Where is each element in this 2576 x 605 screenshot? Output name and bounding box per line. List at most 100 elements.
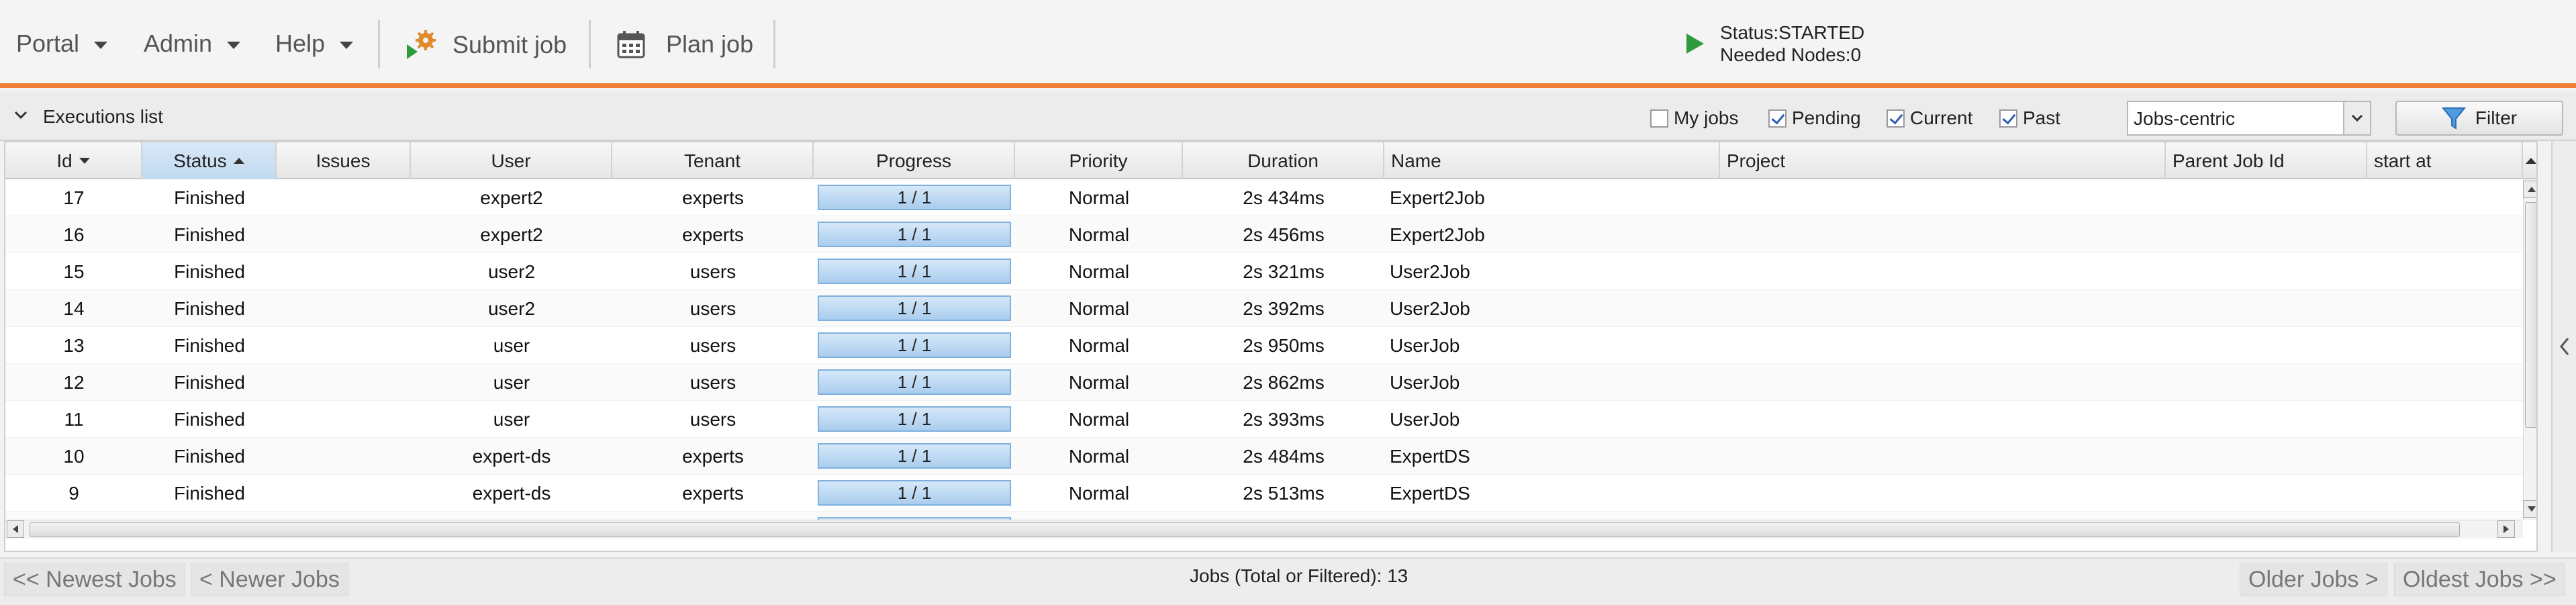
cell-status: Finished — [174, 187, 245, 208]
table-row[interactable]: 13 Finished user users 1 / 1 Normal 2s 950ms Us… — [5, 327, 2523, 364]
checkbox-checked-icon — [1887, 109, 1905, 128]
cell-id: 15 — [63, 261, 85, 282]
cell-status: Finished — [174, 482, 245, 504]
column-header-duration[interactable]: Duration — [1183, 142, 1384, 179]
sort-ascending-icon — [233, 158, 244, 164]
older-jobs-button[interactable]: Older Jobs > — [2240, 563, 2387, 596]
column-header-name[interactable]: Name — [1384, 142, 1720, 179]
column-header-progress[interactable]: Progress — [814, 142, 1015, 179]
plan-job-button[interactable]: Plan job — [616, 30, 753, 59]
my-jobs-checkbox[interactable]: My jobs — [1650, 107, 1738, 129]
scroll-left-button[interactable] — [7, 520, 24, 538]
newest-jobs-button[interactable]: << Newest Jobs — [4, 563, 185, 596]
progress-bar: 1 / 1 — [818, 295, 1011, 321]
past-checkbox[interactable]: Past — [1999, 107, 2060, 129]
cell-duration: 2s 484ms — [1243, 445, 1325, 467]
column-header-label: Id — [56, 150, 73, 171]
view-select-button[interactable] — [2343, 102, 2370, 134]
menu-separator — [773, 20, 775, 68]
cell-duration: 2s 434ms — [1243, 187, 1325, 208]
table-row[interactable]: 11 Finished user users 1 / 1 Normal 2s 393ms Us… — [5, 401, 2523, 438]
admin-menu[interactable]: Admin — [144, 30, 241, 58]
scroll-up-button[interactable] — [2523, 181, 2536, 198]
newer-jobs-button[interactable]: < Newer Jobs — [191, 563, 348, 596]
table-row[interactable]: 16 Finished expert2 experts 1 / 1 Normal 2s 45… — [5, 216, 2523, 253]
column-header-priority[interactable]: Priority — [1015, 142, 1183, 179]
pending-checkbox[interactable]: Pending — [1768, 107, 1861, 129]
horizontal-scroll-thumb[interactable] — [30, 522, 2460, 537]
cell-status: Finished — [174, 371, 245, 393]
cell-id: 12 — [63, 371, 85, 393]
column-header-status[interactable]: Status — [142, 142, 277, 179]
submit-job-button[interactable]: Submit job — [406, 30, 567, 60]
cell-tenant: users — [689, 334, 736, 356]
view-select-value: Jobs-centric — [2134, 108, 2235, 129]
cell-id: 17 — [63, 187, 85, 208]
cell-issues — [277, 179, 411, 216]
horizontal-scrollbar[interactable] — [5, 520, 2523, 539]
cell-name: User2Job — [1390, 261, 1470, 282]
cell-duration: 2s 513ms — [1243, 482, 1325, 504]
column-header-user[interactable]: User — [411, 142, 612, 179]
cell-id: 16 — [63, 224, 85, 245]
grid-body: 17 Finished expert2 experts 1 / 1 Normal 2s 43… — [5, 179, 2523, 520]
cell-user: user — [493, 334, 530, 356]
scroll-down-button[interactable] — [2523, 500, 2536, 518]
table-row[interactable] — [5, 512, 2523, 520]
vertical-scrollbar[interactable] — [2523, 179, 2536, 520]
cell-name: Expert2Job — [1390, 187, 1485, 208]
table-row[interactable]: 14 Finished user2 users 1 / 1 Normal 2s 392ms U… — [5, 290, 2523, 327]
pagination-footer: << Newest Jobs < Newer Jobs Jobs (Total … — [0, 557, 2576, 605]
table-row[interactable]: 12 Finished user users 1 / 1 Normal 2s 862ms Us… — [5, 364, 2523, 401]
cell-user: user — [493, 371, 530, 393]
progress-bar: 1 / 1 — [818, 222, 1011, 247]
pending-label: Pending — [1792, 107, 1861, 128]
column-menu-button[interactable] — [2523, 142, 2536, 179]
table-row[interactable]: 9 Finished expert-ds experts 1 / 1 Normal 2s 5… — [5, 475, 2523, 512]
cell-user: expert-ds — [472, 445, 551, 467]
table-row[interactable]: 17 Finished expert2 experts 1 / 1 Normal 2s 43… — [5, 179, 2523, 216]
oldest-jobs-button[interactable]: Oldest Jobs >> — [2394, 563, 2565, 596]
cell-status: Finished — [174, 408, 245, 430]
chevron-down-icon — [2351, 114, 2363, 122]
column-header-parent-job-id[interactable]: Parent Job Id — [2166, 142, 2367, 179]
cell-duration: 2s 950ms — [1243, 334, 1325, 356]
current-checkbox[interactable]: Current — [1887, 107, 1972, 129]
column-header-id[interactable]: Id — [5, 142, 142, 179]
grid-header: Id Status Issues User Tenant Progress Pr… — [5, 142, 2536, 179]
column-header-label: Status — [173, 150, 227, 171]
table-row[interactable]: 15 Finished user2 users 1 / 1 Normal 2s 321ms U… — [5, 253, 2523, 290]
help-menu[interactable]: Help — [275, 30, 354, 58]
vertical-scroll-thumb[interactable] — [2525, 202, 2536, 428]
cell-priority: Normal — [1068, 261, 1130, 282]
cell-user: user2 — [487, 297, 536, 319]
cell-priority: Normal — [1068, 224, 1130, 245]
play-icon — [1686, 34, 1704, 54]
collapse-chevron-icon[interactable] — [13, 107, 28, 122]
column-header-issues[interactable]: Issues — [277, 142, 411, 179]
cell-status: Finished — [174, 445, 245, 467]
column-header-start-at[interactable]: start at — [2367, 142, 2523, 179]
side-panel-toggle[interactable] — [2551, 141, 2576, 552]
cell-tenant: users — [689, 261, 736, 282]
progress-bar: 1 / 1 — [818, 259, 1011, 284]
cell-id: 14 — [63, 297, 85, 319]
chevron-right-icon — [2503, 525, 2509, 533]
cell-tenant: users — [689, 371, 736, 393]
portal-menu[interactable]: Portal — [16, 30, 108, 58]
cell-name: UserJob — [1390, 334, 1460, 356]
submit-job-label: Submit job — [452, 31, 567, 58]
filter-button[interactable]: Filter — [2395, 101, 2563, 136]
filter-label: Filter — [2475, 107, 2518, 128]
progress-bar: 1 / 1 — [818, 443, 1011, 469]
column-header-tenant[interactable]: Tenant — [612, 142, 814, 179]
table-row[interactable]: 10 Finished expert-ds experts 1 / 1 Normal 2s … — [5, 438, 2523, 475]
column-header-project[interactable]: Project — [1720, 142, 2166, 179]
progress-bar: 1 / 1 — [818, 332, 1011, 358]
cell-duration: 2s 456ms — [1243, 224, 1325, 245]
cell-user: expert-ds — [472, 482, 551, 504]
view-select[interactable]: Jobs-centric — [2127, 101, 2371, 136]
chevron-left-icon — [13, 525, 18, 533]
status-text: Status:STARTED Needed Nodes:0 — [1720, 21, 1864, 66]
scroll-right-button[interactable] — [2497, 520, 2515, 538]
